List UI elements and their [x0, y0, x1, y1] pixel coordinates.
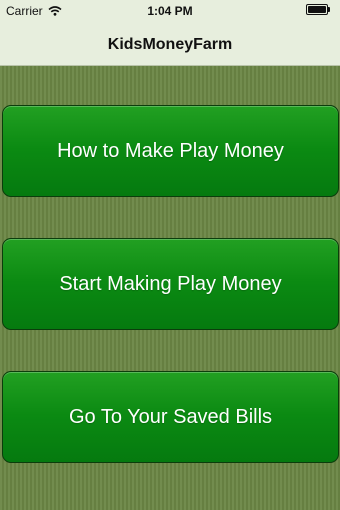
status-time: 1:04 PM [147, 4, 193, 18]
status-bar: Carrier 1:04 PM [0, 0, 340, 22]
start-making-play-money-button[interactable]: Start Making Play Money [2, 238, 339, 330]
battery-tip [328, 7, 330, 12]
nav-title: KidsMoneyFarm [107, 36, 233, 53]
start-making-play-money-label: Start Making Play Money [59, 272, 282, 295]
how-to-make-play-money-button[interactable]: How to Make Play Money [2, 105, 339, 197]
app-screen: Carrier 1:04 PM KidsMoneyFarm How to Mak… [0, 0, 340, 510]
go-to-saved-bills-button[interactable]: Go To Your Saved Bills [2, 371, 339, 463]
main-content: How to Make Play Money Start Making Play… [0, 66, 340, 510]
battery-body [306, 4, 328, 15]
go-to-saved-bills-label: Go To Your Saved Bills [68, 405, 273, 428]
navigation-bar: KidsMoneyFarm [0, 22, 340, 66]
battery-fill [308, 6, 326, 13]
battery-icon [306, 4, 334, 17]
how-to-make-play-money-label: How to Make Play Money [57, 139, 284, 162]
